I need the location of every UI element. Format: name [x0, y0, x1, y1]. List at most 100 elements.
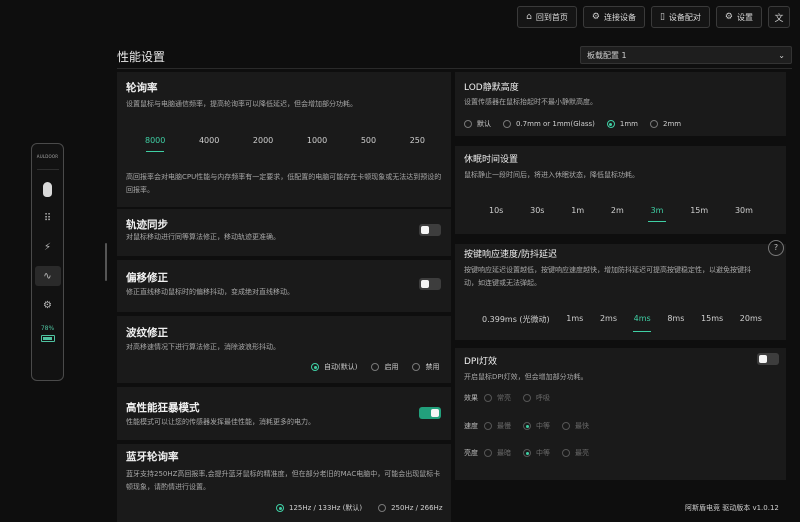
lod-radio[interactable]: 1mm [606, 120, 638, 128]
sleep-time-option[interactable]: 2m [611, 206, 624, 215]
radio-dot [606, 120, 615, 128]
home-icon: ⌂ [526, 12, 532, 22]
home-button[interactable]: ⌂ 回到首页 [517, 6, 577, 28]
ripple-radio[interactable]: 禁用 [412, 362, 439, 372]
ripple-options: 自动(默认) 启用 禁用 [311, 362, 439, 372]
sleep-time-option[interactable]: 30s [530, 206, 544, 215]
sidebar-item-lighting[interactable]: ⚡ [35, 237, 61, 257]
sidebar-item-keys[interactable]: ⠿ [35, 208, 61, 228]
bt-rate-title: 蓝牙轮询率 [126, 451, 179, 463]
sidebar-item-performance[interactable]: ∿ [34, 266, 61, 286]
polling-rate-option[interactable]: 2000 [253, 136, 273, 145]
dpi-light-toggle[interactable] [757, 353, 779, 365]
sleep-time-option[interactable]: 15m [690, 206, 708, 215]
sidebar-item-mouse[interactable] [35, 179, 61, 199]
lod-title: LOD静默高度 [464, 83, 519, 93]
page-title: 性能设置 [117, 50, 166, 64]
dpi-light-panel: DPI灯效 开启鼠标DPI灯效，但会增加部分功耗。 效果 常亮 呼吸 速度 最慢中… [455, 348, 786, 480]
radio-dot [484, 422, 492, 430]
hiperf-title: 高性能狂暴模式 [126, 402, 200, 414]
speed-radio[interactable]: 中等 [523, 421, 550, 431]
language-button[interactable]: 文 [768, 6, 790, 28]
connect-device-button[interactable]: ⚙ 连接设备 [582, 6, 645, 28]
polling-rate-option[interactable]: 8000 [145, 136, 165, 145]
effect-radio[interactable]: 常亮 [484, 393, 511, 403]
speed-options: 最慢 中等 最快 [484, 421, 589, 431]
brightness-radio[interactable]: 最暗 [484, 448, 511, 458]
trace-sync-toggle[interactable] [419, 224, 441, 236]
chevron-down-icon: ⌄ [778, 50, 785, 60]
debounce-option[interactable]: 15ms [701, 314, 723, 325]
sidebar-item-settings[interactable]: ⚙ [35, 295, 61, 315]
grid-icon: ⠿ [43, 212, 52, 224]
offset-fix-toggle[interactable] [419, 278, 441, 290]
sleep-time-option[interactable]: 10s [489, 206, 503, 215]
lod-radio[interactable]: 2mm [649, 120, 681, 128]
ripple-radio[interactable]: 启用 [371, 362, 398, 372]
help-icon[interactable]: ? [768, 240, 784, 256]
ripple-radio-label: 禁用 [425, 363, 440, 371]
polling-rate-option[interactable]: 250 [410, 136, 425, 145]
profile-select[interactable]: 板载配置 1 ⌄ [580, 46, 792, 64]
lod-options: 默认 0.7mm or 1mm(Glass) 1mm 2mm [464, 119, 681, 129]
polling-rate-option[interactable]: 500 [361, 136, 376, 145]
debounce-option[interactable]: 0.399ms (光微动) [482, 314, 550, 325]
bt-rate-radio[interactable]: 250Hz / 266Hz [378, 504, 443, 512]
debounce-option[interactable]: 20ms [740, 314, 762, 325]
debounce-option[interactable]: 8ms [667, 314, 684, 325]
pair-label: 设备配对 [668, 12, 701, 22]
sleep-time-option[interactable]: 1m [571, 206, 584, 215]
ripple-fix-panel: 波纹修正 对高移速情况下进行算法修正，消除波浪形抖动。 自动(默认) 启用 禁用 [117, 316, 451, 383]
ripple-radio[interactable]: 自动(默认) [311, 362, 357, 372]
effect-radio[interactable]: 呼吸 [523, 393, 550, 403]
magic-wand-icon: ⚡ [43, 241, 52, 253]
radio-dot [523, 449, 531, 457]
hiperf-toggle[interactable] [419, 407, 441, 419]
radio-dot [371, 363, 380, 371]
pair-device-button[interactable]: ▯ 设备配对 [650, 6, 710, 28]
settings-button[interactable]: ⚙ 设置 [715, 6, 762, 28]
device-sidebar: AULDOOR ⠿ ⚡ ∿ ⚙ 78% [31, 143, 64, 381]
radio-dot [276, 504, 284, 512]
radio-dot [378, 504, 387, 512]
sleep-panel: 休眠时间设置 鼠标静止一段时间后，将进入休眠状态，降低鼠标功耗。 10s 30s 1… [455, 146, 786, 234]
toggle-knob [431, 409, 439, 417]
sleep-time-option[interactable]: 3m [651, 206, 664, 215]
lod-radio[interactable]: 0.7mm or 1mm(Glass) [503, 120, 595, 128]
lod-radio-label: 0.7mm or 1mm(Glass) [516, 120, 595, 128]
translate-icon: 文 [774, 13, 784, 24]
radio-dot [523, 422, 531, 430]
lod-radio-label: 1mm [619, 120, 638, 128]
debounce-title: 按键响应速度/防抖延迟 [464, 250, 558, 260]
polling-rate-panel: 轮询率 设置鼠标与电脑通信频率，提高轮询率可以降低延迟，但会增加部分功耗。 80… [117, 72, 451, 207]
battery-percent: 78% [40, 325, 55, 332]
brightness-radio[interactable]: 中等 [523, 448, 550, 458]
profile-select-value: 板载配置 1 [587, 50, 627, 60]
effect-radio-label: 呼吸 [536, 394, 550, 402]
scrollbar[interactable] [105, 243, 107, 281]
sleep-desc: 鼠标静止一段时间后，将进入休眠状态，降低鼠标功耗。 [464, 171, 639, 179]
speed-radio[interactable]: 最慢 [484, 421, 511, 431]
debounce-option[interactable]: 4ms [634, 314, 651, 325]
radio-dot [484, 394, 492, 402]
offset-fix-desc: 修正直线移动鼠标时的偏移抖动，变成绝对直线移动。 [126, 288, 294, 296]
brightness-radio[interactable]: 最亮 [562, 448, 589, 458]
connect-label: 连接设备 [603, 12, 636, 22]
mouse-icon: ▯ [659, 12, 665, 22]
lod-radio[interactable]: 默认 [464, 119, 491, 129]
effect-label: 效果 [464, 394, 478, 402]
radio-dot [562, 449, 570, 457]
polling-desc: 设置鼠标与电脑通信频率，提高轮询率可以降低延迟，但会增加部分功耗。 [126, 100, 357, 108]
polling-rate-option[interactable]: 1000 [307, 136, 327, 145]
dpi-light-desc: 开启鼠标DPI灯效，但会增加部分功耗。 [464, 373, 588, 381]
gear-icon: ⚙ [43, 299, 52, 311]
polling-rate-option[interactable]: 4000 [199, 136, 219, 145]
sleep-time-option[interactable]: 30m [735, 206, 753, 215]
bt-rate-radio[interactable]: 125Hz / 133Hz (默认) [276, 503, 362, 513]
radio-dot [562, 422, 570, 430]
debounce-option[interactable]: 1ms [566, 314, 583, 325]
speed-radio[interactable]: 最快 [562, 421, 589, 431]
speed-radio-label: 最慢 [497, 422, 511, 430]
debounce-option[interactable]: 2ms [600, 314, 617, 325]
bt-rate-radio-label: 250Hz / 266Hz [391, 504, 443, 512]
